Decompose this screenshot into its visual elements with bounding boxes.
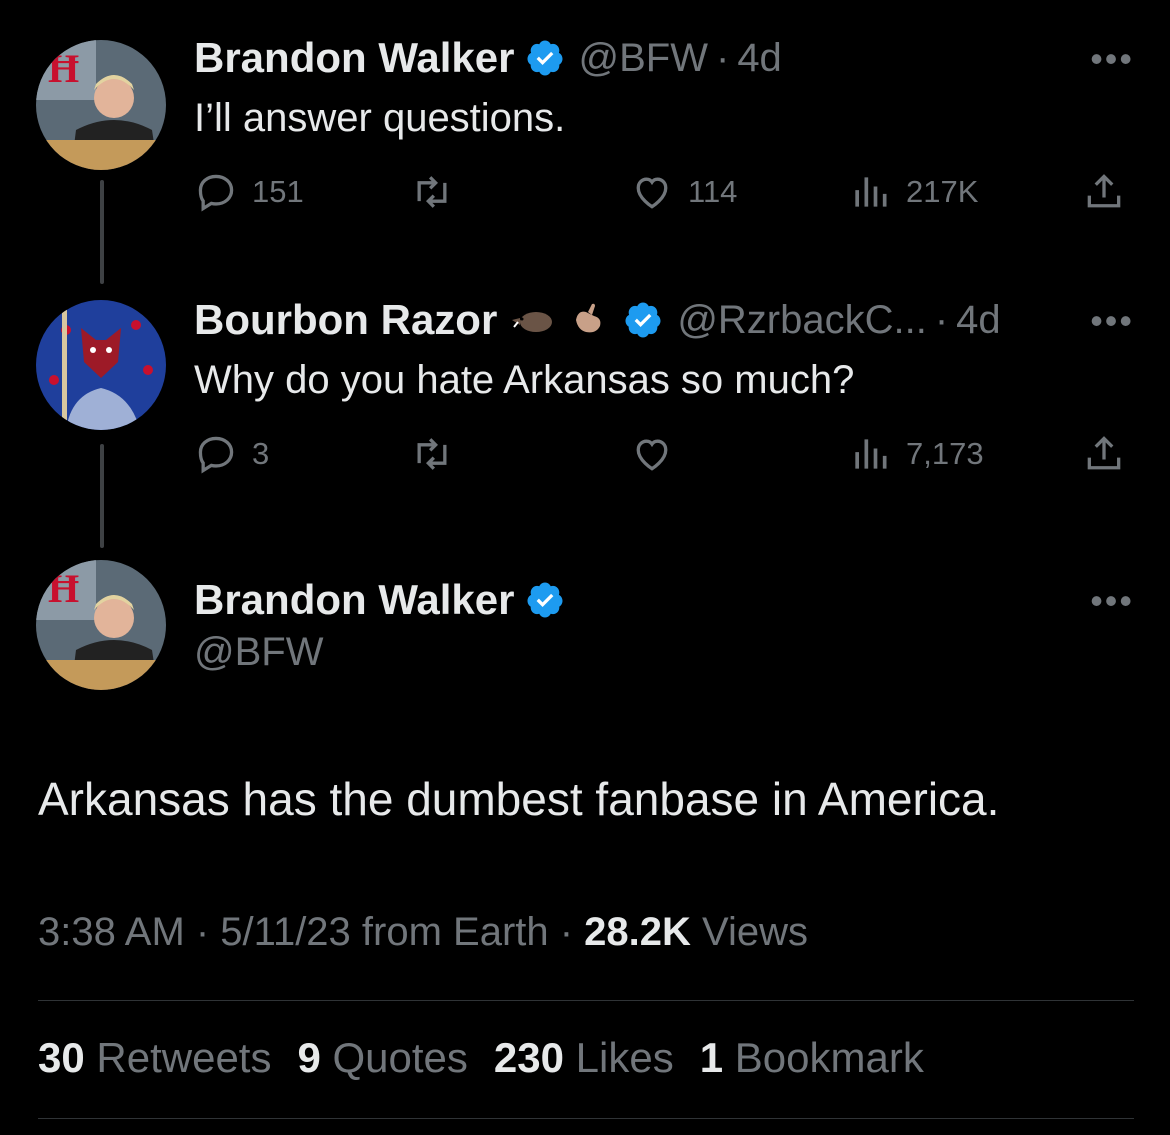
views-button[interactable]: 217K <box>848 170 978 214</box>
retweet-icon <box>417 438 447 470</box>
views-button[interactable]: 7,173 <box>848 432 984 476</box>
reply-icon <box>198 174 234 212</box>
tweet-timestamp[interactable]: 3:38 AM · 5/11/23 from Earth · <box>38 910 584 954</box>
retweet-icon <box>417 176 447 208</box>
share-icon <box>1087 174 1121 208</box>
reply-count: 151 <box>252 174 304 209</box>
heart-icon <box>636 439 668 471</box>
tweet-actions: 3 7,173 <box>194 432 1134 482</box>
thread-line <box>100 180 104 284</box>
divider <box>38 1000 1134 1001</box>
reply-count: 3 <box>252 436 270 471</box>
views-count: 28.2K <box>584 910 691 954</box>
separator-dot: · <box>715 35 730 80</box>
retweets-stat[interactable]: 30 Retweets <box>38 1034 271 1081</box>
bookmarks-stat[interactable]: 1 Bookmark <box>700 1034 924 1081</box>
svg-text:Ħ: Ħ <box>48 566 79 611</box>
views-count: 7,173 <box>906 436 984 471</box>
author-handle[interactable]: @RzrbackC... <box>677 298 927 343</box>
verified-badge-icon <box>526 40 562 76</box>
retweet-button[interactable] <box>410 432 468 476</box>
share-button[interactable] <box>1082 432 1126 476</box>
engagement-stats: 30 Retweets 9 Quotes 230 Likes 1 Bookmark <box>38 1034 950 1082</box>
like-button[interactable]: 114 <box>630 170 737 214</box>
separator-dot: · <box>934 297 949 342</box>
tweet-text: Why do you hate Arkansas so much? <box>194 358 855 402</box>
more-options-icon[interactable]: ••• <box>1090 38 1134 80</box>
avatar[interactable] <box>36 300 166 430</box>
views-label: Views <box>690 910 809 954</box>
avatar[interactable]: Ħ <box>36 40 166 170</box>
more-options-icon[interactable]: ••• <box>1090 580 1134 622</box>
boar-emoji-icon <box>512 312 553 332</box>
main-tweet-text: Arkansas has the dumbest fanbase in Amer… <box>38 773 1000 825</box>
verified-badge-icon <box>625 302 661 338</box>
share-icon <box>1087 436 1121 470</box>
author-name[interactable]: Brandon Walker <box>194 576 515 624</box>
avatar[interactable]: Ħ <box>36 560 166 690</box>
author-handle[interactable]: @BFW <box>579 36 708 81</box>
reply-button[interactable]: 151 <box>194 170 304 214</box>
like-button[interactable] <box>630 432 688 476</box>
tweet-time[interactable]: 4d <box>737 36 782 81</box>
author-handle[interactable]: @BFW <box>194 630 323 675</box>
verified-badge-icon <box>526 582 562 618</box>
divider <box>38 1118 1134 1119</box>
reply-icon <box>198 436 234 474</box>
svg-text:Ħ: Ħ <box>48 46 79 91</box>
reply-button[interactable]: 3 <box>194 432 269 476</box>
share-button[interactable] <box>1082 170 1126 214</box>
tweet-time[interactable]: 4d <box>956 298 1001 343</box>
tweet-metadata: 3:38 AM · 5/11/23 from Earth · 28.2K Vie… <box>38 910 808 955</box>
more-options-icon[interactable]: ••• <box>1090 300 1134 342</box>
tweet-text: I’ll answer questions. <box>194 96 566 140</box>
like-count: 114 <box>688 174 738 209</box>
heart-icon <box>636 177 668 209</box>
views-count: 217K <box>906 174 979 209</box>
views-chart-icon <box>855 439 887 469</box>
retweet-button[interactable] <box>410 170 468 214</box>
author-name[interactable]: Bourbon Razor <box>194 296 497 344</box>
tweet-actions: 151 114 217K <box>194 170 1134 220</box>
call-me-hand-emoji-icon <box>576 303 601 333</box>
views-chart-icon <box>855 177 887 207</box>
thread-line <box>100 444 104 548</box>
likes-stat[interactable]: 230 Likes <box>494 1034 674 1081</box>
author-name[interactable]: Brandon Walker <box>194 34 515 82</box>
quotes-stat[interactable]: 9 Quotes <box>297 1034 467 1081</box>
